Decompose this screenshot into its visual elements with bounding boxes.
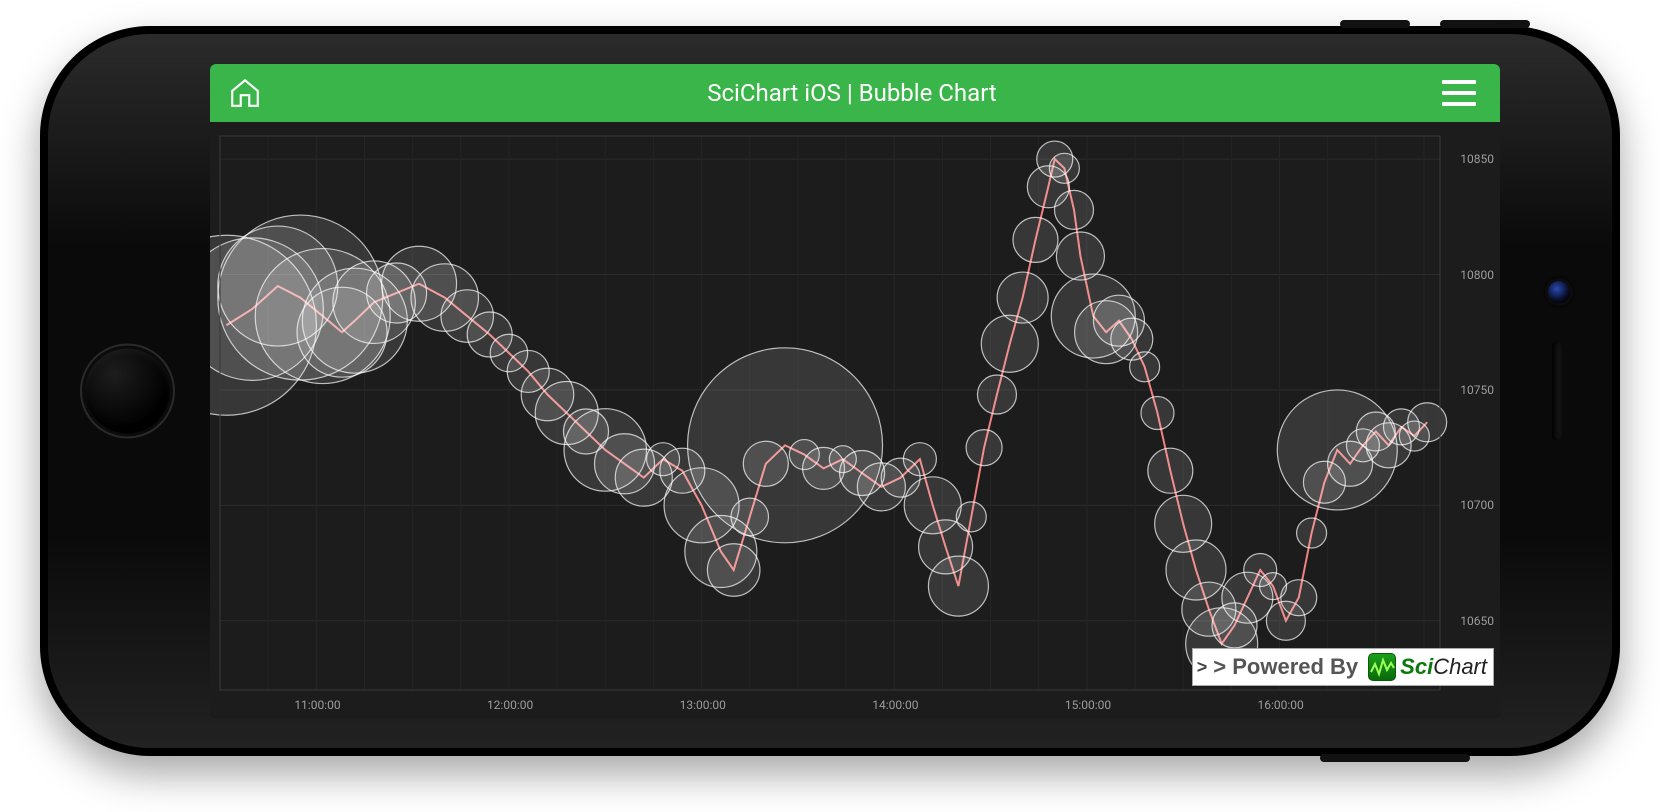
bubble-point[interactable] [707,544,760,597]
scichart-logo-icon [1368,653,1396,681]
bubble-point[interactable] [688,348,883,543]
bubble-series [210,141,1447,680]
bubble-point[interactable] [997,272,1048,323]
bubble-point[interactable] [1408,403,1447,442]
x-tick-label: 11:00:00 [294,698,340,712]
device-home-button[interactable] [85,349,170,434]
y-tick-label: 10800 [1460,268,1494,282]
bubble-point[interactable] [981,315,1038,372]
x-tick-label: 14:00:00 [872,698,918,712]
bubble-point[interactable] [1130,352,1160,382]
bubble-point[interactable] [1148,448,1193,493]
device-button [1320,754,1470,762]
screen: SciChart iOS | Bubble Chart > > Powered … [210,64,1500,718]
brand-sci: Sci [1400,654,1433,680]
page-title: SciChart iOS | Bubble Chart [262,79,1442,107]
chart-canvas[interactable] [210,122,1500,718]
bubble-chart[interactable]: > > Powered By SciChart 10650 10700 10750 1… [210,122,1500,718]
navbar: SciChart iOS | Bubble Chart [210,64,1500,122]
bubble-point[interactable] [1297,518,1327,548]
bubble-point[interactable] [1141,397,1174,430]
x-tick-label: 13:00:00 [680,698,726,712]
hamburger-icon[interactable] [1442,80,1476,106]
powered-by-badge[interactable]: > > Powered By SciChart [1192,648,1494,686]
bubble-point[interactable] [977,375,1016,414]
chevron-right-icon: > [1197,657,1208,678]
device-button [1440,20,1530,28]
bubble-point[interactable] [903,443,936,476]
y-tick-label: 10700 [1460,498,1494,512]
bubble-point[interactable] [956,502,986,532]
y-tick-label: 10850 [1460,152,1494,166]
x-tick-label: 16:00:00 [1257,698,1303,712]
device-frame: SciChart iOS | Bubble Chart > > Powered … [40,26,1620,756]
y-tick-label: 10650 [1460,614,1494,628]
powered-by-label: > Powered By [1213,654,1358,680]
bubble-point[interactable] [1013,217,1058,262]
x-tick-label: 15:00:00 [1065,698,1111,712]
brand-chart: Chart [1433,654,1487,680]
bubble-point[interactable] [1281,580,1317,616]
bubble-point[interactable] [1056,232,1104,280]
device-speaker [1552,341,1562,441]
bubble-point[interactable] [1049,153,1079,183]
device-button [1340,20,1410,28]
bubble-point[interactable] [966,430,1002,466]
y-tick-label: 10750 [1460,383,1494,397]
x-tick-label: 12:00:00 [487,698,533,712]
bubble-point[interactable] [928,556,988,616]
bubble-point[interactable] [1055,190,1094,229]
home-icon[interactable] [228,76,262,110]
device-camera [1548,281,1570,303]
